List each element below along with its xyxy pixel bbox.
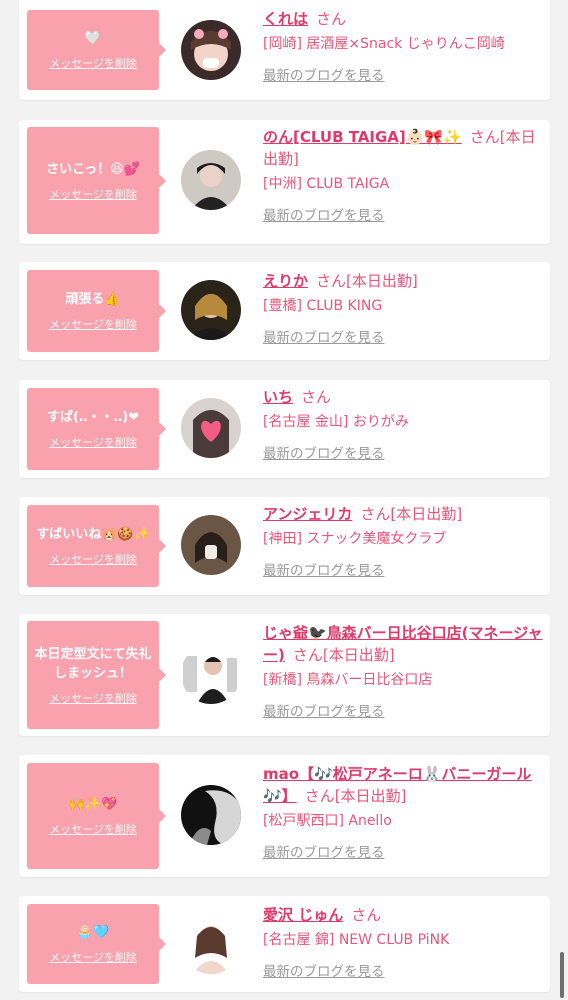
item-info: えりか さん[本日出勤] [豊橋] CLUB KING 最新のブログを見る	[263, 270, 543, 346]
avatar[interactable]	[181, 280, 241, 340]
message-bubble: 🙌✨💖 メッセージを削除	[27, 763, 166, 869]
list-item: すばいいね🐹🍪✨ メッセージを削除 アンジェリカ さん[本日出勤] [神田] スナ…	[19, 497, 550, 595]
list-item: 🙌✨💖 メッセージを削除 mao【🎶松戸アネーロ🐰バニーガール🎶】 さん[本日出勤…	[19, 755, 550, 877]
scrollbar[interactable]	[560, 952, 564, 998]
item-info: じゃ爺🐦‍⬛鳥森バー日比谷口店(マネージャー) さん[本日出勤] [新橋] 鳥森バ…	[263, 622, 543, 720]
item-info: mao【🎶松戸アネーロ🐰バニーガール🎶】 さん[本日出勤] [松戸駅西口] Ane…	[263, 763, 543, 861]
cast-name-link[interactable]: くれは	[263, 10, 308, 28]
delete-message-button[interactable]: メッセージを削除	[49, 690, 137, 706]
message-bubble: すば(‥・・‥)❤ メッセージを削除	[27, 388, 166, 470]
cast-name-link[interactable]: のん[CLUB TAIGA]👶🏻🎀✨	[263, 128, 462, 146]
shop-name: [松戸駅西口] Anello	[263, 813, 392, 829]
message-bubble: すばいいね🐹🍪✨ メッセージを削除	[27, 505, 166, 587]
latest-blog-link[interactable]: 最新のブログを見る	[263, 841, 385, 861]
message-bubble: さいこっ！😆💕 メッセージを削除	[27, 127, 166, 234]
avatar[interactable]	[181, 785, 241, 845]
message-text: さいこっ！😆💕	[46, 161, 140, 177]
shop-name: [岡崎] 居酒屋×Snack じゃりんこ岡崎	[263, 36, 505, 52]
latest-blog-link[interactable]: 最新のブログを見る	[263, 442, 385, 462]
latest-blog-link[interactable]: 最新のブログを見る	[263, 64, 385, 84]
message-bubble: 頑張る👍 メッセージを削除	[27, 270, 166, 352]
list-item: 本日定型文にて失礼しまッシュ！ メッセージを削除 じゃ爺🐦‍⬛鳥森バー日比谷口店…	[19, 614, 550, 736]
cast-name-link[interactable]: 愛沢 じゅん	[263, 906, 343, 924]
honorific: さん[本日出勤]	[316, 272, 418, 290]
latest-blog-link[interactable]: 最新のブログを見る	[263, 960, 385, 980]
message-text: すばいいね🐹🍪✨	[36, 527, 150, 542]
item-info: アンジェリカ さん[本日出勤] [神田] スナック美魔女クラブ 最新のブログを見る	[263, 503, 543, 579]
shop-name: [新橋] 鳥森バー日比谷口店	[263, 672, 433, 688]
delete-message-button[interactable]: メッセージを削除	[49, 949, 137, 965]
cast-name-link[interactable]: いち	[263, 388, 293, 406]
avatar[interactable]	[181, 150, 241, 210]
shop-name: [名古屋 金山] おりがみ	[263, 414, 409, 430]
cast-name-link[interactable]: えりか	[263, 272, 308, 290]
message-text: 🙌✨💖	[68, 797, 118, 812]
latest-blog-link[interactable]: 最新のブログを見る	[263, 204, 385, 224]
avatar[interactable]	[181, 914, 241, 974]
latest-blog-link[interactable]: 最新のブログを見る	[263, 326, 385, 346]
avatar[interactable]	[181, 398, 241, 458]
message-text: 頑張る👍	[65, 292, 121, 307]
list-item: 🤍 メッセージを削除 くれは さん [岡崎] 居酒屋×Snack じゃりんこ岡崎 …	[19, 0, 550, 100]
list-item: 頑張る👍 メッセージを削除 えりか さん[本日出勤] [豊橋] CLUB KING…	[19, 262, 550, 360]
shop-name: [神田] スナック美魔女クラブ	[263, 531, 447, 547]
honorific: さん[本日出勤]	[360, 505, 463, 523]
message-text: すば(‥・・‥)❤	[46, 410, 140, 425]
message-bubble: 本日定型文にて失礼しまッシュ！ メッセージを削除	[27, 621, 166, 729]
item-info: いち さん [名古屋 金山] おりがみ 最新のブログを見る	[263, 386, 543, 462]
item-info: くれは さん [岡崎] 居酒屋×Snack じゃりんこ岡崎 最新のブログを見る	[263, 8, 543, 84]
message-text: 本日定型文にて失礼しまッシュ！	[34, 646, 152, 681]
latest-blog-link[interactable]: 最新のブログを見る	[263, 559, 385, 579]
item-info: のん[CLUB TAIGA]👶🏻🎀✨ さん[本日出勤] [中洲] CLUB TAI…	[263, 126, 543, 224]
message-text: 🧁🩵	[76, 925, 110, 940]
avatar[interactable]	[181, 644, 241, 704]
list-item: すば(‥・・‥)❤ メッセージを削除 いち さん [名古屋 金山] おりがみ 最新…	[19, 380, 550, 478]
honorific: さん	[316, 10, 347, 28]
delete-message-button[interactable]: メッセージを削除	[49, 821, 137, 837]
delete-message-button[interactable]: メッセージを削除	[49, 316, 137, 332]
delete-message-button[interactable]: メッセージを削除	[49, 434, 137, 450]
delete-message-button[interactable]: メッセージを削除	[49, 55, 137, 71]
shop-name: [中洲] CLUB TAIGA	[263, 176, 390, 192]
message-bubble: 🧁🩵 メッセージを削除	[27, 904, 166, 984]
honorific: さん[本日出勤]	[292, 646, 395, 664]
honorific: さん	[301, 388, 332, 406]
item-info: 愛沢 じゅん さん [名古屋 錦] NEW CLUB PiNK 最新のブログを見る	[263, 904, 543, 980]
avatar[interactable]	[181, 515, 241, 575]
delete-message-button[interactable]: メッセージを削除	[49, 551, 137, 567]
message-text: 🤍	[84, 31, 102, 46]
avatar[interactable]	[181, 20, 241, 80]
shop-name: [豊橋] CLUB KING	[263, 298, 383, 314]
honorific: さん	[351, 906, 382, 924]
shop-name: [名古屋 錦] NEW CLUB PiNK	[263, 932, 450, 948]
delete-message-button[interactable]: メッセージを削除	[49, 186, 137, 202]
list-item: 🧁🩵 メッセージを削除 愛沢 じゅん さん [名古屋 錦] NEW CLUB Pi…	[19, 896, 550, 992]
message-bubble: 🤍 メッセージを削除	[27, 10, 166, 90]
honorific: さん[本日出勤]	[304, 787, 407, 805]
list-item: さいこっ！😆💕 メッセージを削除 のん[CLUB TAIGA]👶🏻🎀✨ さん[本日…	[19, 120, 550, 244]
cast-name-link[interactable]: アンジェリカ	[263, 505, 352, 523]
latest-blog-link[interactable]: 最新のブログを見る	[263, 700, 385, 720]
